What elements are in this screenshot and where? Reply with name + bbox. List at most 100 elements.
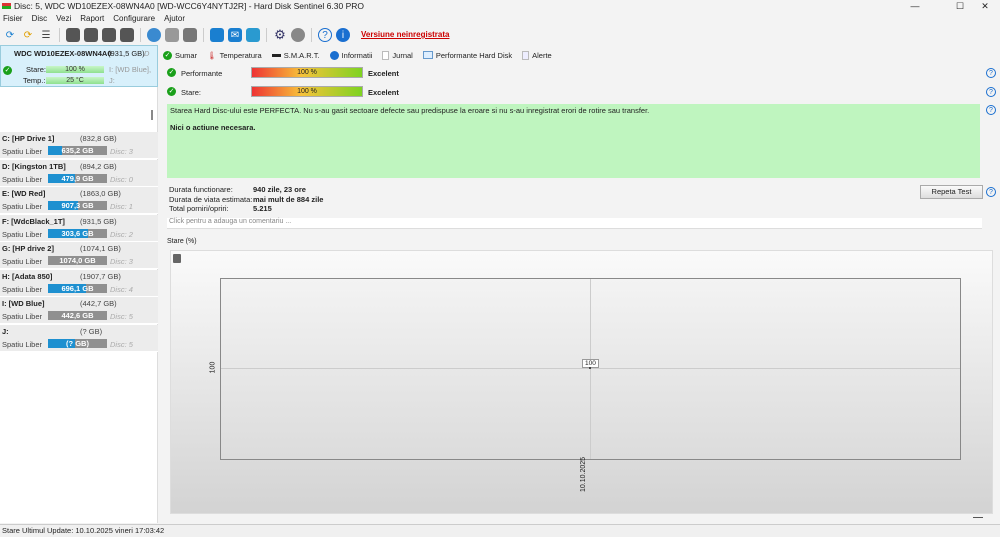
free-space-label: Spatiu Liber [2,174,43,184]
usb-disk-icon[interactable] [165,28,179,42]
tab-informatii[interactable]: Informatii [329,50,372,60]
help-icon[interactable]: ? [986,105,996,115]
uptime-value: 940 zile, 23 ore [253,185,306,194]
tab-label: Alerte [532,50,552,60]
starts-value: 5.215 [253,204,272,213]
tab-label: Jurnal [392,50,413,60]
stare-bar: 100 % [46,66,104,73]
x-tick-label: 10.10.2025 [580,456,588,493]
stare-label: Stare: [26,65,47,74]
volume-item[interactable]: E: [WD Red] (1863,0 GB) Spatiu Liber 907… [0,187,158,214]
volume-disc: Disc: 5 [110,312,133,321]
performance-bar: 100 % [251,67,363,78]
volume-size: (442,7 GB) [80,299,117,308]
check-icon: ✓ [3,66,12,75]
scrollbar[interactable] [151,110,153,120]
volume-size: (1907,7 GB) [80,271,121,281]
free-space-value: 303,6 GB [61,228,94,238]
volume-disc: Disc: 1 [110,202,133,211]
y-tick-label: 100 [209,361,217,374]
minimize-button[interactable]: — [900,0,930,13]
disk-search-icon[interactable] [120,28,134,42]
chart-icon [422,51,433,59]
volume-item[interactable]: D: [Kingston 1TB] (894,2 GB) Spatiu Libe… [0,159,158,187]
disk-check-icon[interactable] [102,28,116,42]
free-space-bar: (? GB) [48,338,107,348]
starts-row: Total porniri/opriri: 5.215 [169,204,272,213]
refresh-icon[interactable]: ⟳ [3,28,17,42]
tab-performante[interactable]: Performante Hard Disk [422,51,512,60]
disk-settings-icon[interactable] [66,28,80,42]
report-icon[interactable] [210,28,224,42]
toolbar: ⟳ ⟳ ☰ ✉ ⚙ ? i [0,25,1000,45]
free-space-label: Spatiu Liber [2,229,43,239]
free-space-label: Spatiu Liber [2,202,43,211]
comment-input[interactable]: Click pentru a adauga un comentariu ... [167,218,982,229]
separator [203,28,204,42]
unregistered-link[interactable]: Versiune neinregistrata [361,30,449,39]
info-icon[interactable]: i [336,28,350,42]
help-icon[interactable]: ? [986,68,996,78]
volume-item[interactable]: F: [WdcBlack_1T] (931,5 GB) Spatiu Liber… [0,214,158,242]
free-space-bar: 442,6 GB [48,311,107,320]
free-space-bar: 303,6 GB [48,228,107,238]
close-button[interactable]: ✕ [970,0,1000,13]
help-icon[interactable]: ? [318,28,332,42]
volume-item[interactable]: I: [WD Blue] (442,7 GB) Spatiu Liber 442… [0,297,158,324]
tab-label: Temperatura [219,50,262,60]
tab-smart[interactable]: S.M.A.R.T. [271,51,320,60]
disk-name: WDC WD10EZEX-08WN4A0 [14,49,112,58]
network-icon[interactable] [246,28,260,42]
free-space-value: 442,6 GB [61,311,94,320]
volume-disc: Disc: 2 [110,229,133,239]
free-space-label: Spatiu Liber [2,339,43,349]
tab-alerte[interactable]: Alerte [522,50,552,60]
volume-name: G: [HP drive 2] [2,244,54,253]
selected-disk[interactable]: WDC WD10EZEX-08WN4A0 (931,5 GB) D ✓ Star… [0,45,158,87]
lifetime-row: Durata de viata estimata: mai mult de 884… [169,195,323,204]
menu-configurare[interactable]: Configurare [113,13,155,25]
lifetime-value: mai mult de 884 zile [253,195,324,204]
volume-name: I: [WD Blue] [2,299,45,308]
tab-sumar[interactable]: ✓ Sumar [163,50,197,60]
refresh-warning-icon[interactable]: ⟳ [21,28,35,42]
menu-raport[interactable]: Raport [80,13,104,25]
disk-clock-icon[interactable] [84,28,98,42]
menu-ajutor[interactable]: Ajutor [164,13,185,25]
free-space-value: 696,1 GB [61,283,94,293]
tab-temperatura[interactable]: 🌡 Temperatura [207,51,262,60]
help-icon[interactable]: ? [986,187,996,197]
volume-size: (? GB) [80,326,103,336]
volume-name: H: [Adata 850] [2,271,53,281]
temp-label: Temp.: [23,76,46,85]
volume-item[interactable]: J: (? GB) Spatiu Liber (? GB) Disc: 5 [0,324,158,352]
help-icon[interactable]: ? [986,87,996,97]
menu-disc[interactable]: Disc [32,13,48,25]
sound-icon[interactable] [291,28,305,42]
repeat-test-button[interactable]: Repeta Test [920,185,983,199]
health-label: Stare: [181,88,202,97]
performance-rating: Excelent [368,69,399,78]
network-disk-icon[interactable] [147,28,161,42]
disk-list-icon[interactable]: ☰ [39,28,53,42]
gear-icon[interactable]: ⚙ [273,27,287,42]
menu-fisier[interactable]: Fisier [3,13,23,25]
volume-item[interactable]: H: [Adata 850] (1907,7 GB) Spatiu Liber … [0,269,158,297]
email-icon[interactable]: ✉ [228,28,242,42]
check-icon: ✓ [163,50,172,60]
menu-bar: Fisier Disc Vezi Raport Configurare Ajut… [0,13,1000,25]
volume-item[interactable]: G: [HP drive 2] (1074,1 GB) Spatiu Liber… [0,242,158,269]
external-disk-icon[interactable] [183,28,197,42]
volume-item[interactable]: C: [HP Drive 1] (832,8 GB) Spatiu Liber … [0,132,158,159]
chart-collapse-handle[interactable] [973,517,983,518]
tab-jurnal[interactable]: Jurnal [382,50,413,60]
uptime-label: Durata functionare: [169,185,233,194]
volume-name: D: [Kingston 1TB] [2,161,66,171]
free-space-label: Spatiu Liber [2,312,43,321]
save-icon[interactable] [173,254,181,263]
thermometer-icon: 🌡 [207,50,217,60]
free-space-label: Spatiu Liber [2,257,43,266]
disk-volume-2: J: [109,76,115,85]
uptime-row: Durata functionare: 940 zile, 23 ore [169,185,306,194]
menu-vezi[interactable]: Vezi [56,13,71,25]
